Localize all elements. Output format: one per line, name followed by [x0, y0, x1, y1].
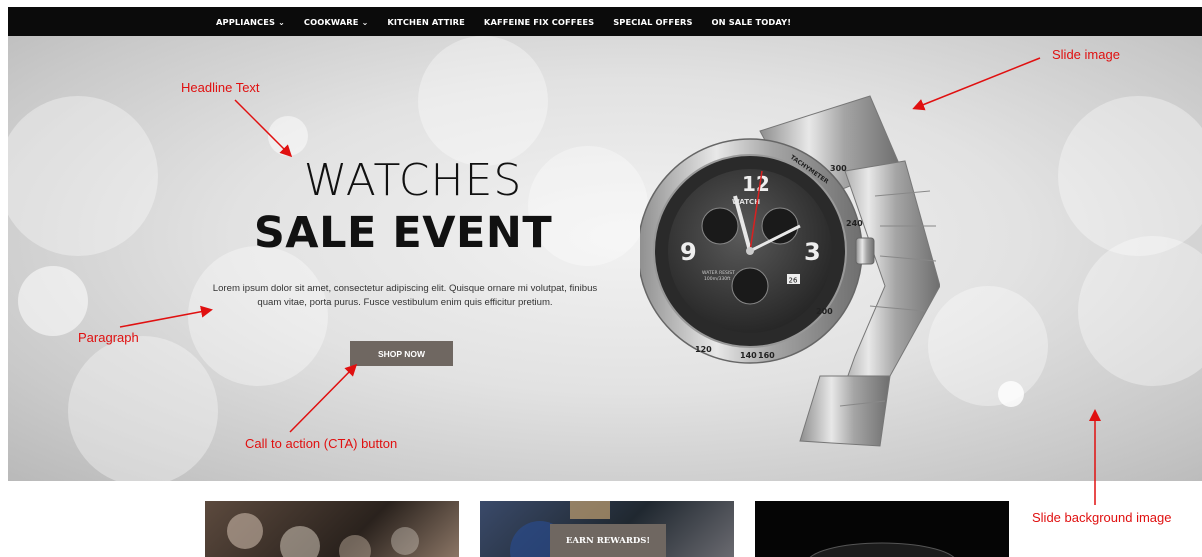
bezel-number: 160 — [758, 351, 775, 360]
nav-item-appliances[interactable]: APPLIANCES ⌄ — [216, 17, 285, 27]
promo-card-watches[interactable] — [205, 501, 459, 557]
date-window: 26 — [789, 277, 798, 285]
nav-item-label: KAFFEINE FIX COFFEES — [483, 16, 595, 27]
bezel-number: 140 — [740, 351, 757, 360]
annotation-slide-image: Slide image — [1052, 47, 1120, 62]
bokeh-light — [18, 266, 88, 336]
watch-slide-image: 12 3 9 WATCH WATER RESIST 100m/330ft 26 … — [640, 95, 940, 447]
dial-numeral-3: 3 — [804, 238, 821, 266]
nav-item-label: COOKWARE — [303, 16, 359, 27]
promo-card-dark[interactable] — [755, 501, 1009, 557]
watch-subtext: 100m/330ft — [704, 276, 731, 282]
bokeh-light — [1058, 96, 1202, 256]
promo-card-earn-rewards[interactable]: EARN REWARDS! — [480, 501, 734, 557]
dial-numeral-9: 9 — [680, 238, 697, 266]
annotation-slide-background: Slide background image — [1032, 510, 1172, 525]
bezel-number: 200 — [816, 307, 833, 316]
nav-item-label: APPLIANCES — [216, 16, 276, 27]
earn-rewards-badge: EARN REWARDS! — [550, 524, 666, 557]
annotation-headline-text: Headline Text — [181, 80, 260, 95]
bokeh-light — [418, 36, 548, 166]
dial-numeral-12: 12 — [742, 172, 770, 196]
nav-item-label: SPECIAL OFFERS — [613, 16, 693, 27]
chevron-down-icon: ⌄ — [361, 17, 369, 27]
bezel-number: 240 — [846, 219, 863, 228]
bokeh-light — [1078, 236, 1202, 386]
bokeh-light — [268, 116, 308, 156]
nav-item-on-sale-today[interactable]: ON SALE TODAY! — [712, 17, 792, 27]
bokeh-light — [188, 246, 328, 386]
bokeh-light — [928, 286, 1048, 406]
annotation-paragraph: Paragraph — [78, 330, 139, 345]
annotation-cta-button: Call to action (CTA) button — [245, 436, 398, 451]
bokeh-light — [998, 381, 1024, 407]
bezel-number: 120 — [695, 345, 712, 354]
hero-slide: WATCHES SALE EVENT Lorem ipsum dolor sit… — [8, 36, 1202, 481]
watch-collection-image — [227, 513, 419, 557]
nav-item-kitchen-attire[interactable]: KITCHEN ATTIRE — [387, 17, 465, 27]
nav-item-cookware[interactable]: COOKWARE ⌄ — [304, 17, 369, 27]
nav-item-special-offers[interactable]: SPECIAL OFFERS — [613, 17, 692, 27]
nav-item-label: ON SALE TODAY! — [711, 16, 792, 27]
bezel-number: 300 — [830, 164, 847, 173]
nav-item-kaffeine-fix-coffees[interactable]: KAFFEINE FIX COFFEES — [484, 17, 594, 27]
nav-menu: APPLIANCES ⌄ COOKWARE ⌄ KITCHEN ATTIRE KAF… — [216, 7, 810, 36]
bokeh-light — [68, 336, 218, 481]
chevron-down-icon: ⌄ — [278, 17, 285, 27]
watch-subtext: WATER RESIST — [702, 270, 735, 276]
watch-image — [809, 542, 955, 557]
hero-paragraph: Lorem ipsum dolor sit amet, consectetur … — [212, 283, 598, 308]
nav-item-label: KITCHEN ATTIRE — [387, 16, 465, 27]
shop-now-button[interactable]: SHOP NOW — [350, 341, 453, 366]
top-navigation-bar: APPLIANCES ⌄ COOKWARE ⌄ KITCHEN ATTIRE KAF… — [8, 7, 1202, 36]
